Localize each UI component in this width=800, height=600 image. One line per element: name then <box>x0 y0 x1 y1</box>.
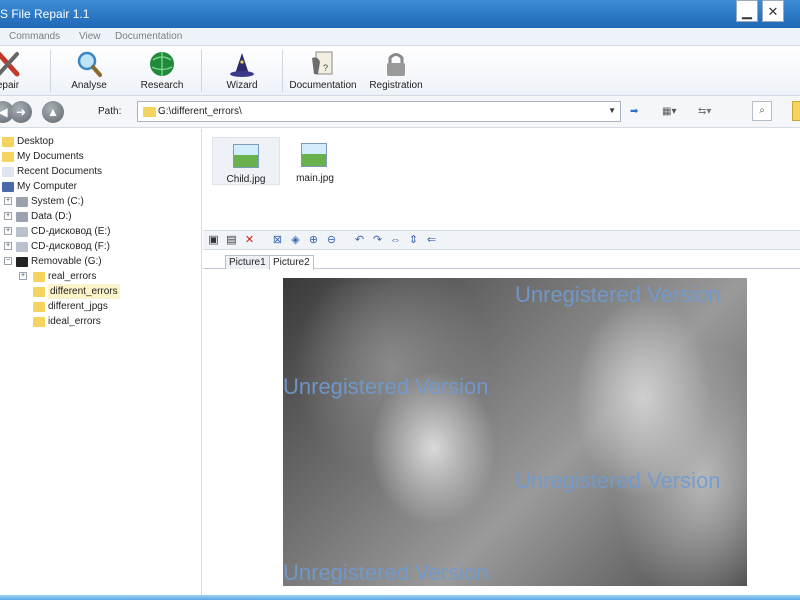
folder-icon <box>33 302 45 312</box>
wizard-button[interactable]: Wizard <box>220 46 264 96</box>
toolbar-separator <box>50 50 51 92</box>
document-icon <box>2 167 14 177</box>
actual-size-icon[interactable]: ◈ <box>289 234 302 247</box>
removable-drive-icon <box>16 257 28 267</box>
close-button[interactable]: ✕ <box>762 0 784 22</box>
main-toolbar: epair Analyse Research Wizard ? Document… <box>0 46 800 96</box>
watermark-text: Unregistered Version <box>283 560 489 585</box>
zoom-in-icon[interactable]: ⊕ <box>307 234 320 247</box>
research-label: Research <box>140 80 184 91</box>
magnifier-icon <box>77 51 102 77</box>
lock-icon <box>387 53 405 76</box>
minimize-button[interactable]: ▁ <box>736 0 758 22</box>
expand-icon[interactable]: + <box>4 242 12 250</box>
toolbar-separator <box>282 50 283 92</box>
registration-label: Registration <box>369 80 423 91</box>
menu-bar: Commands View Documentation <box>0 28 800 46</box>
watermark-text: Unregistered Version <box>515 282 721 307</box>
up-icon[interactable]: ▲ <box>42 101 64 123</box>
view-mode-icon[interactable]: ▦▾ <box>662 103 676 121</box>
expand-icon[interactable]: + <box>4 197 12 205</box>
path-label: Path: <box>98 106 122 117</box>
expand-icon[interactable]: + <box>19 272 27 280</box>
globe-icon <box>150 52 174 76</box>
file-name: main.jpg <box>296 173 334 184</box>
image-file-icon <box>233 144 259 168</box>
file-list: Child.jpg main.jpg <box>203 129 800 229</box>
save-icon[interactable]: ▣ <box>207 234 220 247</box>
svg-text:?: ? <box>323 63 328 73</box>
window-title: S File Repair 1.1 <box>0 7 90 21</box>
computer-icon <box>2 182 14 192</box>
title-bar: S File Repair 1.1 ▁ ✕ <box>0 0 800 28</box>
repair-tools-icon <box>0 51 20 77</box>
rotate-right-icon[interactable]: ↷ <box>371 234 384 247</box>
folder-icon <box>33 317 45 327</box>
folder-icon <box>143 107 156 117</box>
toolbar-separator <box>201 50 202 92</box>
path-bar: ◀ ➜ ▲ Path: ▼ ➡ ▦▾ ⇆▾ ⌕ <box>0 96 800 128</box>
watermark-text: Unregistered Version <box>283 374 489 399</box>
image-viewer: Unregistered Version Unregistered Versio… <box>203 270 800 595</box>
registration-button[interactable]: Registration <box>366 46 426 96</box>
drive-icon <box>16 212 28 222</box>
sort-icon[interactable]: ⇆▾ <box>698 103 711 121</box>
folder-icon <box>2 137 14 147</box>
flip-vertical-icon[interactable]: ⇕ <box>407 234 420 247</box>
arrow-left-icon[interactable]: ⇐ <box>425 234 438 247</box>
menu-view[interactable]: View <box>79 31 101 42</box>
collapse-icon[interactable]: − <box>4 257 12 265</box>
menu-commands[interactable]: Commands <box>9 31 60 42</box>
search-icon[interactable]: ⌕ <box>752 101 772 121</box>
cd-drive-icon <box>16 227 28 237</box>
tab-picture1[interactable]: Picture1 <box>225 255 270 269</box>
file-item-child-jpg[interactable]: Child.jpg <box>212 137 280 185</box>
expand-icon[interactable]: + <box>4 227 12 235</box>
repair-button[interactable]: epair <box>0 46 28 96</box>
picture-tabs: Picture1 Picture2 <box>203 252 800 270</box>
delete-icon[interactable]: ✕ <box>243 234 256 247</box>
image-file-icon <box>301 143 327 167</box>
menu-documentation[interactable]: Documentation <box>115 31 182 42</box>
cd-drive-icon <box>16 242 28 252</box>
file-item-main-jpg[interactable]: main.jpg <box>281 137 349 185</box>
tab-picture2[interactable]: Picture2 <box>269 255 314 270</box>
repair-label: epair <box>0 80 20 91</box>
chevron-down-icon[interactable]: ▼ <box>608 106 616 115</box>
photo-preview: Unregistered Version Unregistered Versio… <box>283 278 747 586</box>
back-button-icon[interactable]: ➜ <box>10 101 32 123</box>
rotate-left-icon[interactable]: ↶ <box>353 234 366 247</box>
flip-horizontal-icon[interactable]: ⇔ <box>389 234 402 247</box>
wizard-label: Wizard <box>226 80 258 91</box>
folder-icon <box>2 152 14 162</box>
documentation-label: Documentation <box>289 80 357 91</box>
go-arrow-icon[interactable]: ➡ <box>630 103 638 121</box>
zoom-out-icon[interactable]: ⊖ <box>325 234 338 247</box>
folder-icon <box>33 272 45 282</box>
watermark-text: Unregistered Version <box>515 468 721 493</box>
save-all-icon[interactable]: ▤ <box>225 234 238 247</box>
wizard-hat-icon <box>230 53 254 77</box>
folder-tree: Desktop My Documents Recent Documents My… <box>0 129 202 595</box>
fit-icon[interactable]: ⊠ <box>271 234 284 247</box>
path-combobox[interactable]: ▼ <box>137 101 621 122</box>
folder-button-icon[interactable] <box>792 101 800 121</box>
documentation-icon: ? <box>312 51 333 75</box>
file-name: Child.jpg <box>226 174 266 185</box>
path-input[interactable] <box>158 104 598 119</box>
image-toolbar: ▣ ▤ ✕ ⊠ ◈ ⊕ ⊖ ↶ ↷ ⇔ ⇕ ⇐ <box>203 230 800 250</box>
folder-icon <box>33 287 45 297</box>
drive-icon <box>16 197 28 207</box>
expand-icon[interactable]: + <box>4 212 12 220</box>
taskbar-edge <box>0 595 800 600</box>
analyse-label: Analyse <box>71 80 107 91</box>
documentation-button[interactable]: ? Documentation <box>288 46 358 96</box>
analyse-button[interactable]: Analyse <box>66 46 112 96</box>
research-button[interactable]: Research <box>137 46 187 96</box>
